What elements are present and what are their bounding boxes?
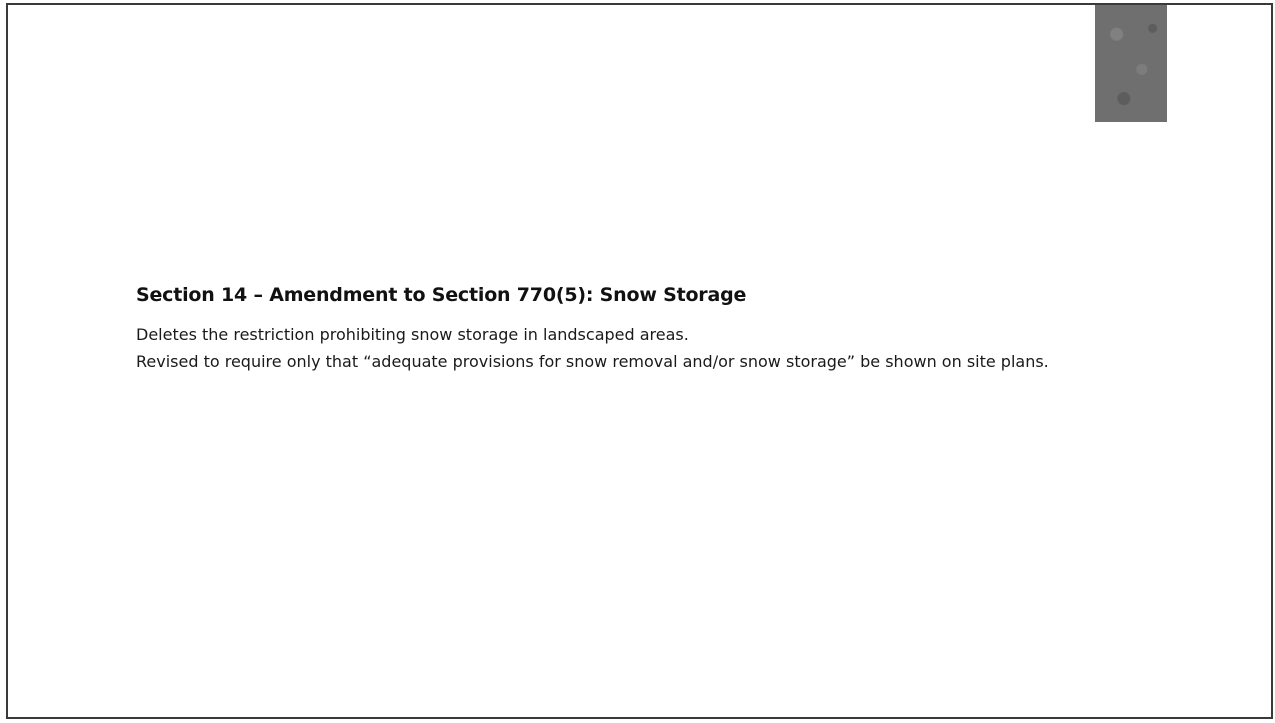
- paragraph-restriction-deleted: Deletes the restriction prohibiting snow…: [136, 325, 689, 344]
- slide-content: Section 14 – Amendment to Section 770(5)…: [136, 283, 1156, 375]
- corner-image-block: [1095, 5, 1167, 122]
- paragraph-revised-requirement: Revised to require only that “adequate p…: [136, 352, 1049, 371]
- section-title: Section 14 – Amendment to Section 770(5)…: [136, 284, 747, 306]
- slide-frame: Section 14 – Amendment to Section 770(5)…: [6, 3, 1273, 719]
